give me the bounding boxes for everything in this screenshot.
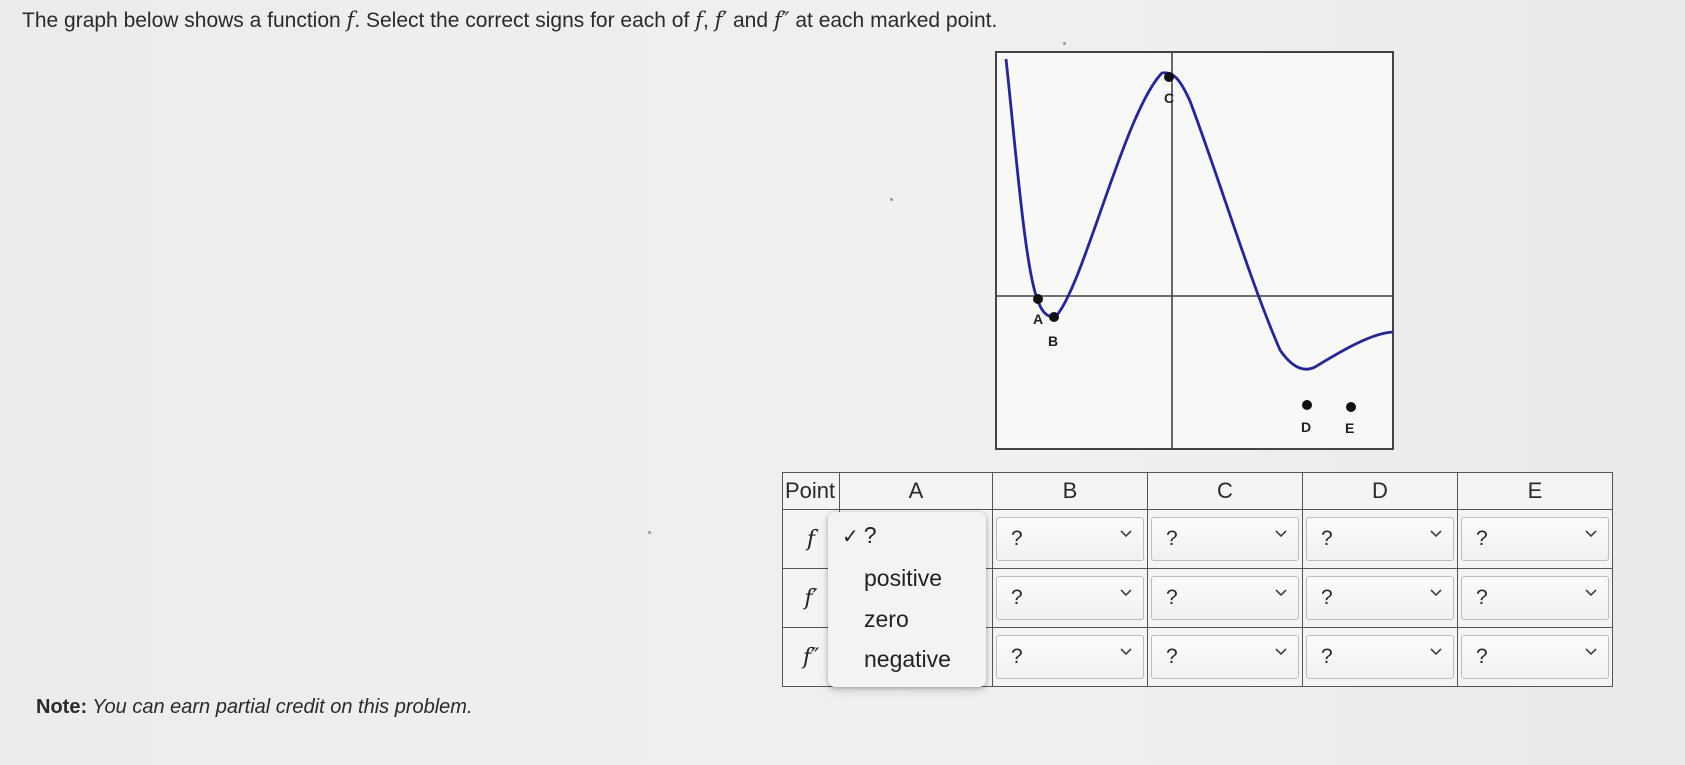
select-fprime-b[interactable]: ? <box>996 576 1144 620</box>
header-point-b: B <box>992 472 1148 510</box>
chevron-down-icon <box>1430 530 1442 538</box>
select-value: ? <box>1476 586 1488 609</box>
select-value: ? <box>1011 586 1023 609</box>
dropdown-option-negative[interactable]: negative <box>864 646 951 673</box>
select-fdouble-d[interactable]: ? <box>1306 635 1454 679</box>
select-fdouble-c[interactable]: ? <box>1151 635 1299 679</box>
point-b-label: B <box>1048 333 1058 349</box>
select-value: ? <box>1321 586 1333 609</box>
select-f-d[interactable]: ? <box>1306 517 1454 561</box>
stray-dot <box>890 198 893 201</box>
checkmark-icon: ✓ <box>842 526 859 548</box>
select-f-b[interactable]: ? <box>996 517 1144 561</box>
select-f-c[interactable]: ? <box>1151 517 1299 561</box>
note-body: You can earn partial credit on this prob… <box>87 696 473 718</box>
select-fdouble-b[interactable]: ? <box>996 635 1144 679</box>
chevron-down-icon <box>1275 530 1287 538</box>
question-part3: at each marked point. <box>789 9 998 32</box>
point-a-dot <box>1033 294 1043 304</box>
select-value: ? <box>1011 527 1023 550</box>
point-c-dot <box>1164 72 1174 82</box>
math-f-2: f <box>695 8 703 32</box>
select-value: ? <box>1166 586 1178 609</box>
note-text: Note: You can earn partial credit on thi… <box>36 696 473 719</box>
chevron-down-icon <box>1120 589 1132 597</box>
chevron-down-icon <box>1585 648 1597 656</box>
question-and: and <box>727 9 774 32</box>
chevron-down-icon <box>1430 648 1442 656</box>
dropdown-option-unknown[interactable]: ✓? <box>842 522 877 549</box>
chevron-down-icon <box>1430 589 1442 597</box>
point-b-dot <box>1049 312 1059 322</box>
select-fprime-c[interactable]: ? <box>1151 576 1299 620</box>
point-d-dot <box>1302 400 1312 410</box>
question-part1: The graph below shows a function <box>22 9 347 32</box>
chevron-down-icon <box>1275 648 1287 656</box>
header-point-d: D <box>1302 472 1458 510</box>
question-part2: . Select the correct signs for each of <box>354 9 696 32</box>
select-value: ? <box>1166 527 1178 550</box>
table-header-row: Point A B C D E <box>782 472 1613 510</box>
question-comma: , <box>702 9 709 32</box>
header-point-c: C <box>1147 472 1303 510</box>
select-fprime-e[interactable]: ? <box>1461 576 1609 620</box>
select-value: ? <box>1321 527 1333 550</box>
select-value: ? <box>1476 645 1488 668</box>
chevron-down-icon <box>1120 530 1132 538</box>
header-point-a: A <box>839 472 993 510</box>
chevron-down-icon <box>1585 530 1597 538</box>
math-f-prime: f′ <box>714 8 728 32</box>
chevron-down-icon <box>1275 589 1287 597</box>
stray-dot <box>1063 42 1066 45</box>
point-e-dot <box>1346 402 1356 412</box>
dropdown-option-zero[interactable]: zero <box>864 606 909 633</box>
question-text: The graph below shows a function f. Sele… <box>22 8 997 33</box>
select-f-a-dropdown-menu: ✓? positive zero negative <box>828 512 986 687</box>
point-d-label: D <box>1301 419 1311 435</box>
select-value: ? <box>1011 645 1023 668</box>
math-f-double-prime: f″ <box>773 8 790 32</box>
header-point-e: E <box>1457 472 1613 510</box>
header-point: Point <box>782 472 840 510</box>
select-fdouble-e[interactable]: ? <box>1461 635 1609 679</box>
point-c-label: C <box>1164 90 1174 106</box>
dropdown-option-label: ? <box>863 522 877 548</box>
function-graph: A B C D E <box>995 51 1394 450</box>
dropdown-option-positive[interactable]: positive <box>864 565 942 592</box>
point-e-label: E <box>1345 420 1354 436</box>
chevron-down-icon <box>1585 589 1597 597</box>
select-f-e[interactable]: ? <box>1461 517 1609 561</box>
chevron-down-icon <box>1120 648 1132 656</box>
stray-dot <box>648 531 651 534</box>
select-value: ? <box>1321 645 1333 668</box>
select-fprime-d[interactable]: ? <box>1306 576 1454 620</box>
point-a: A <box>1033 294 1043 327</box>
select-value: ? <box>1476 527 1488 550</box>
select-value: ? <box>1166 645 1178 668</box>
point-a-label: A <box>1033 311 1043 327</box>
note-label: Note: <box>36 696 88 718</box>
